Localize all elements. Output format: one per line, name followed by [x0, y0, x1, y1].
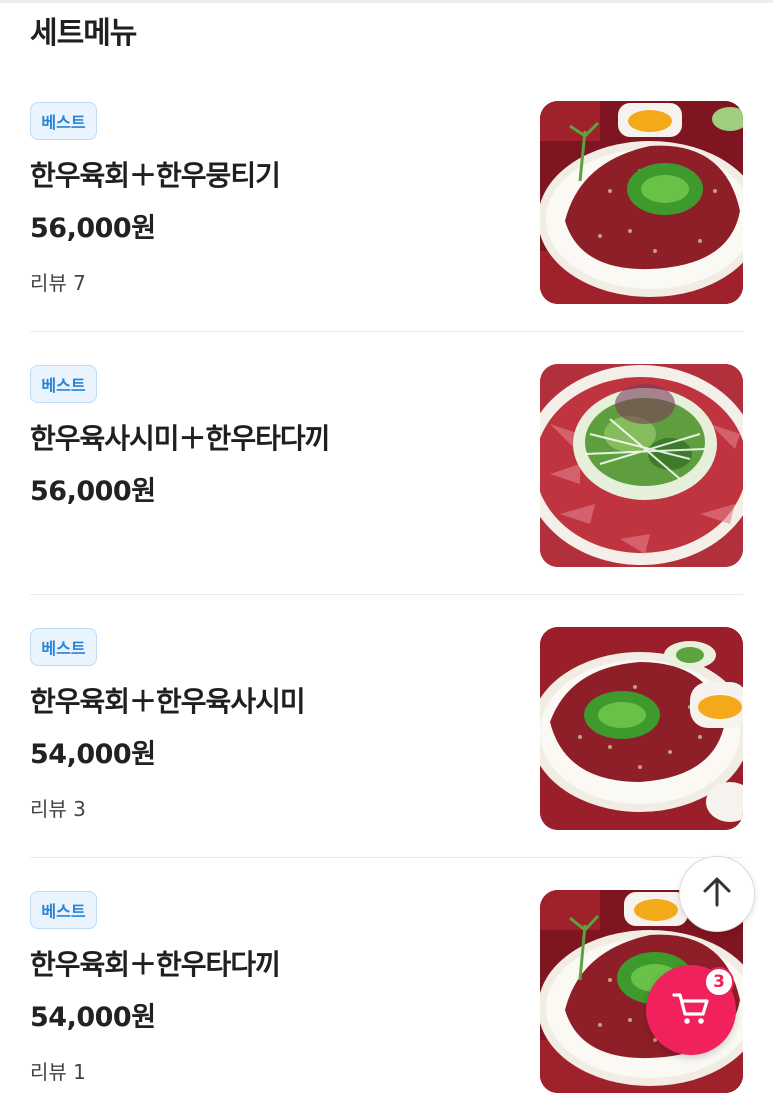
arrow-up-icon — [700, 875, 734, 913]
item-divider — [30, 331, 743, 332]
best-badge: 베스트 — [30, 102, 97, 140]
cart-button[interactable]: 3 — [646, 965, 736, 1055]
menu-item-image — [540, 364, 743, 567]
menu-item-review-count: 리뷰 7 — [30, 271, 86, 295]
menu-item[interactable]: 베스트 한우육사시미＋한우타다끼 56,000원 — [30, 333, 743, 595]
menu-item-name: 한우육회＋한우육사시미 — [30, 685, 306, 718]
menu-item-name: 한우육회＋한우뭉티기 — [30, 159, 281, 192]
menu-item[interactable]: 베스트 한우육회＋한우타다끼 54,000원 리뷰 1 — [30, 859, 743, 1100]
menu-item-image — [540, 627, 743, 830]
best-badge: 베스트 — [30, 365, 97, 403]
menu-item[interactable]: 베스트 한우육회＋한우육사시미 54,000원 리뷰 3 — [30, 596, 743, 858]
menu-item-price: 56,000원 — [30, 476, 156, 507]
best-badge: 베스트 — [30, 891, 97, 929]
section-title: 세트메뉴 — [30, 16, 137, 51]
scroll-to-top-button[interactable] — [679, 856, 755, 932]
top-divider — [0, 0, 773, 3]
menu-item[interactable]: 베스트 한우육회＋한우뭉티기 56,000원 리뷰 7 — [30, 70, 743, 332]
item-divider — [30, 594, 743, 595]
menu-item-image — [540, 101, 743, 304]
menu-item-price: 54,000원 — [30, 739, 156, 770]
menu-item-name: 한우육사시미＋한우타다끼 — [30, 422, 330, 455]
menu-item-price: 54,000원 — [30, 1002, 156, 1033]
menu-item-review-count: 리뷰 3 — [30, 797, 86, 821]
menu-item-name: 한우육회＋한우타다끼 — [30, 948, 281, 981]
cart-icon — [671, 990, 711, 1030]
item-divider — [30, 857, 743, 858]
menu-item-review-count: 리뷰 1 — [30, 1060, 86, 1084]
best-badge: 베스트 — [30, 628, 97, 666]
menu-item-price: 56,000원 — [30, 213, 156, 244]
cart-count-badge: 3 — [704, 967, 734, 997]
